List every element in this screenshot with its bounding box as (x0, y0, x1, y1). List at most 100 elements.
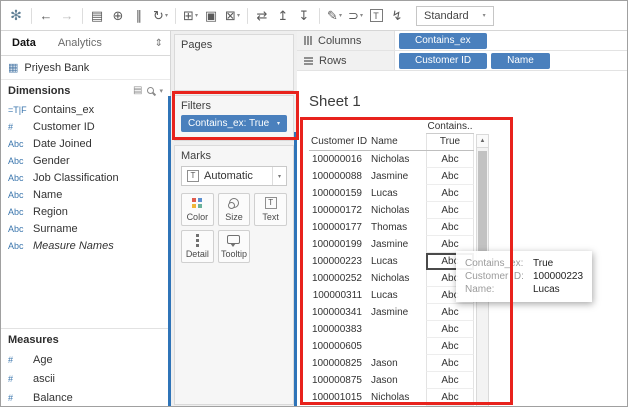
chevron-down-icon[interactable]: ▾ (271, 120, 280, 127)
datasource-item[interactable]: ▦ Priyesh Bank (1, 56, 170, 80)
cell-value[interactable]: Abc (426, 185, 474, 202)
dimension-field[interactable]: Abc Name (1, 186, 170, 203)
fit-selector[interactable]: Standard ▾ (416, 5, 494, 26)
view-options-icon[interactable]: ▤ (133, 85, 142, 96)
rows-pill[interactable]: Name (491, 52, 550, 69)
redo-icon[interactable]: → (57, 5, 78, 27)
pane-splitter[interactable] (168, 96, 171, 406)
pane-splitter[interactable] (294, 132, 297, 406)
sort-descending-icon[interactable]: ↧ (294, 5, 315, 27)
cell-customer-id[interactable]: 100000341 (309, 304, 369, 321)
cell-customer-id[interactable]: 100000875 (309, 372, 369, 389)
columns-pill[interactable]: Contains_ex (399, 32, 487, 49)
cell-customer-id[interactable]: 100000311 (309, 287, 369, 304)
pause-auto-updates-icon[interactable]: ∥ (129, 5, 150, 27)
cell-value[interactable]: Abc (426, 151, 474, 168)
column-field-label[interactable]: Contains.. (426, 121, 474, 134)
toolbar-item[interactable] (319, 7, 320, 24)
cell-customer-id[interactable]: 100000252 (309, 270, 369, 287)
dimension-field[interactable]: Abc Gender (1, 152, 170, 169)
cell-name[interactable] (369, 321, 426, 338)
pane-tab[interactable]: Analytics (47, 31, 113, 55)
cell-value[interactable]: Abc (426, 389, 474, 406)
undo-icon[interactable]: ← (36, 5, 57, 27)
rows-pill[interactable]: Customer ID (399, 52, 488, 69)
cell-value[interactable]: Abc (426, 338, 474, 355)
cell-value[interactable]: Abc (426, 219, 474, 236)
cell-customer-id[interactable]: 100000016 (309, 151, 369, 168)
cell-value[interactable]: Abc (426, 321, 474, 338)
clear-sheet-icon[interactable]: ⊠ ▾ (222, 5, 243, 27)
cell-customer-id[interactable]: 100000172 (309, 202, 369, 219)
tooltip-button[interactable]: Tooltip (217, 230, 251, 263)
cell-name[interactable]: Nicholas (369, 151, 426, 168)
cell-name[interactable]: Jason (369, 355, 426, 372)
filter-pill[interactable]: Contains_ex: True ▾ (181, 115, 287, 132)
show-mark-labels-icon[interactable]: T (366, 5, 387, 27)
scroll-up-icon[interactable]: ▲ (477, 135, 488, 148)
cell-name[interactable]: Thomas (369, 219, 426, 236)
toolbar-item[interactable] (175, 7, 176, 24)
new-worksheet-icon[interactable]: ⊞ ▾ (180, 5, 201, 27)
cell-name[interactable]: Jasmine (369, 304, 426, 321)
duplicate-sheet-icon[interactable]: ▣ (201, 5, 222, 27)
run-auto-updates-icon[interactable]: ↻ ▾ (150, 5, 171, 27)
color-button[interactable]: Color (181, 193, 214, 226)
cell-customer-id[interactable]: 100000088 (309, 168, 369, 185)
group-members-icon[interactable]: ⊃ ▾ (345, 5, 366, 27)
cell-name[interactable]: Nicholas (369, 389, 426, 406)
header-true[interactable]: True (426, 134, 474, 150)
save-icon[interactable]: ▤ (87, 5, 108, 27)
columns-shelf[interactable]: Columns Contains_ex (297, 31, 627, 51)
highlight-icon[interactable]: ✎ ▾ (324, 5, 345, 27)
cell-name[interactable]: Nicholas (369, 202, 426, 219)
dimension-field[interactable]: Abc Surname (1, 220, 170, 237)
find-field-icon[interactable] (147, 87, 155, 94)
measure-field[interactable]: # Age (1, 350, 170, 369)
cell-customer-id[interactable]: 100000605 (309, 338, 369, 355)
chevron-down-icon[interactable]: ▾ (271, 167, 281, 185)
swap-panes-icon[interactable]: ⇕ (155, 38, 170, 49)
cell-value[interactable]: Abc (426, 202, 474, 219)
dimension-field[interactable]: Abc Date Joined (1, 135, 170, 152)
scrollbar-thumb[interactable] (478, 151, 487, 251)
cell-name[interactable]: Lucas (369, 287, 426, 304)
toolbar-item[interactable] (82, 7, 83, 24)
sort-ascending-icon[interactable]: ↥ (273, 5, 294, 27)
measure-field[interactable]: # ascii (1, 369, 170, 388)
cell-name[interactable]: Jason (369, 372, 426, 389)
presentation-mode-icon[interactable]: ↯ (387, 5, 408, 27)
header-customer-id[interactable]: Customer ID (309, 134, 369, 150)
rows-shelf[interactable]: Rows Customer ID Name (297, 51, 627, 71)
dimension-field[interactable]: Abc Region (1, 203, 170, 220)
cell-value[interactable]: Abc (426, 372, 474, 389)
chevron-down-icon[interactable]: ▾ (159, 87, 163, 95)
mark-type-dropdown[interactable]: T Automatic ▾ (181, 166, 287, 186)
tableau-logo-icon[interactable]: ✻ (6, 5, 27, 27)
dimension-field[interactable]: Abc Job Classification (1, 169, 170, 186)
cell-customer-id[interactable]: 100000825 (309, 355, 369, 372)
detail-button[interactable]: Detail (181, 230, 214, 263)
cell-name[interactable]: Jasmine (369, 236, 426, 253)
cell-value[interactable]: Abc (426, 355, 474, 372)
dimension-field[interactable]: =T|F Contains_ex (1, 101, 170, 118)
dimension-field[interactable]: # Customer ID (1, 118, 170, 135)
cell-name[interactable]: Lucas (369, 185, 426, 202)
pane-tab[interactable]: Data (1, 31, 47, 55)
cell-name[interactable]: Jasmine (369, 168, 426, 185)
toolbar-item[interactable] (247, 7, 248, 24)
cell-customer-id[interactable]: 100001015 (309, 389, 369, 406)
toolbar-item[interactable] (31, 7, 32, 24)
cell-name[interactable] (369, 338, 426, 355)
size-button[interactable]: Size (217, 193, 251, 226)
cell-customer-id[interactable]: 100000223 (309, 253, 369, 270)
measure-field[interactable]: # Balance (1, 388, 170, 406)
cell-customer-id[interactable]: 100000159 (309, 185, 369, 202)
cell-value[interactable]: Abc (426, 168, 474, 185)
cell-customer-id[interactable]: 100000177 (309, 219, 369, 236)
cell-value[interactable]: Abc (426, 304, 474, 321)
swap-rows-columns-icon[interactable]: ⇄ (252, 5, 273, 27)
dimension-field[interactable]: Abc Measure Names (1, 237, 170, 254)
cell-name[interactable]: Nicholas (369, 270, 426, 287)
new-datasource-icon[interactable]: ⊕ (108, 5, 129, 27)
